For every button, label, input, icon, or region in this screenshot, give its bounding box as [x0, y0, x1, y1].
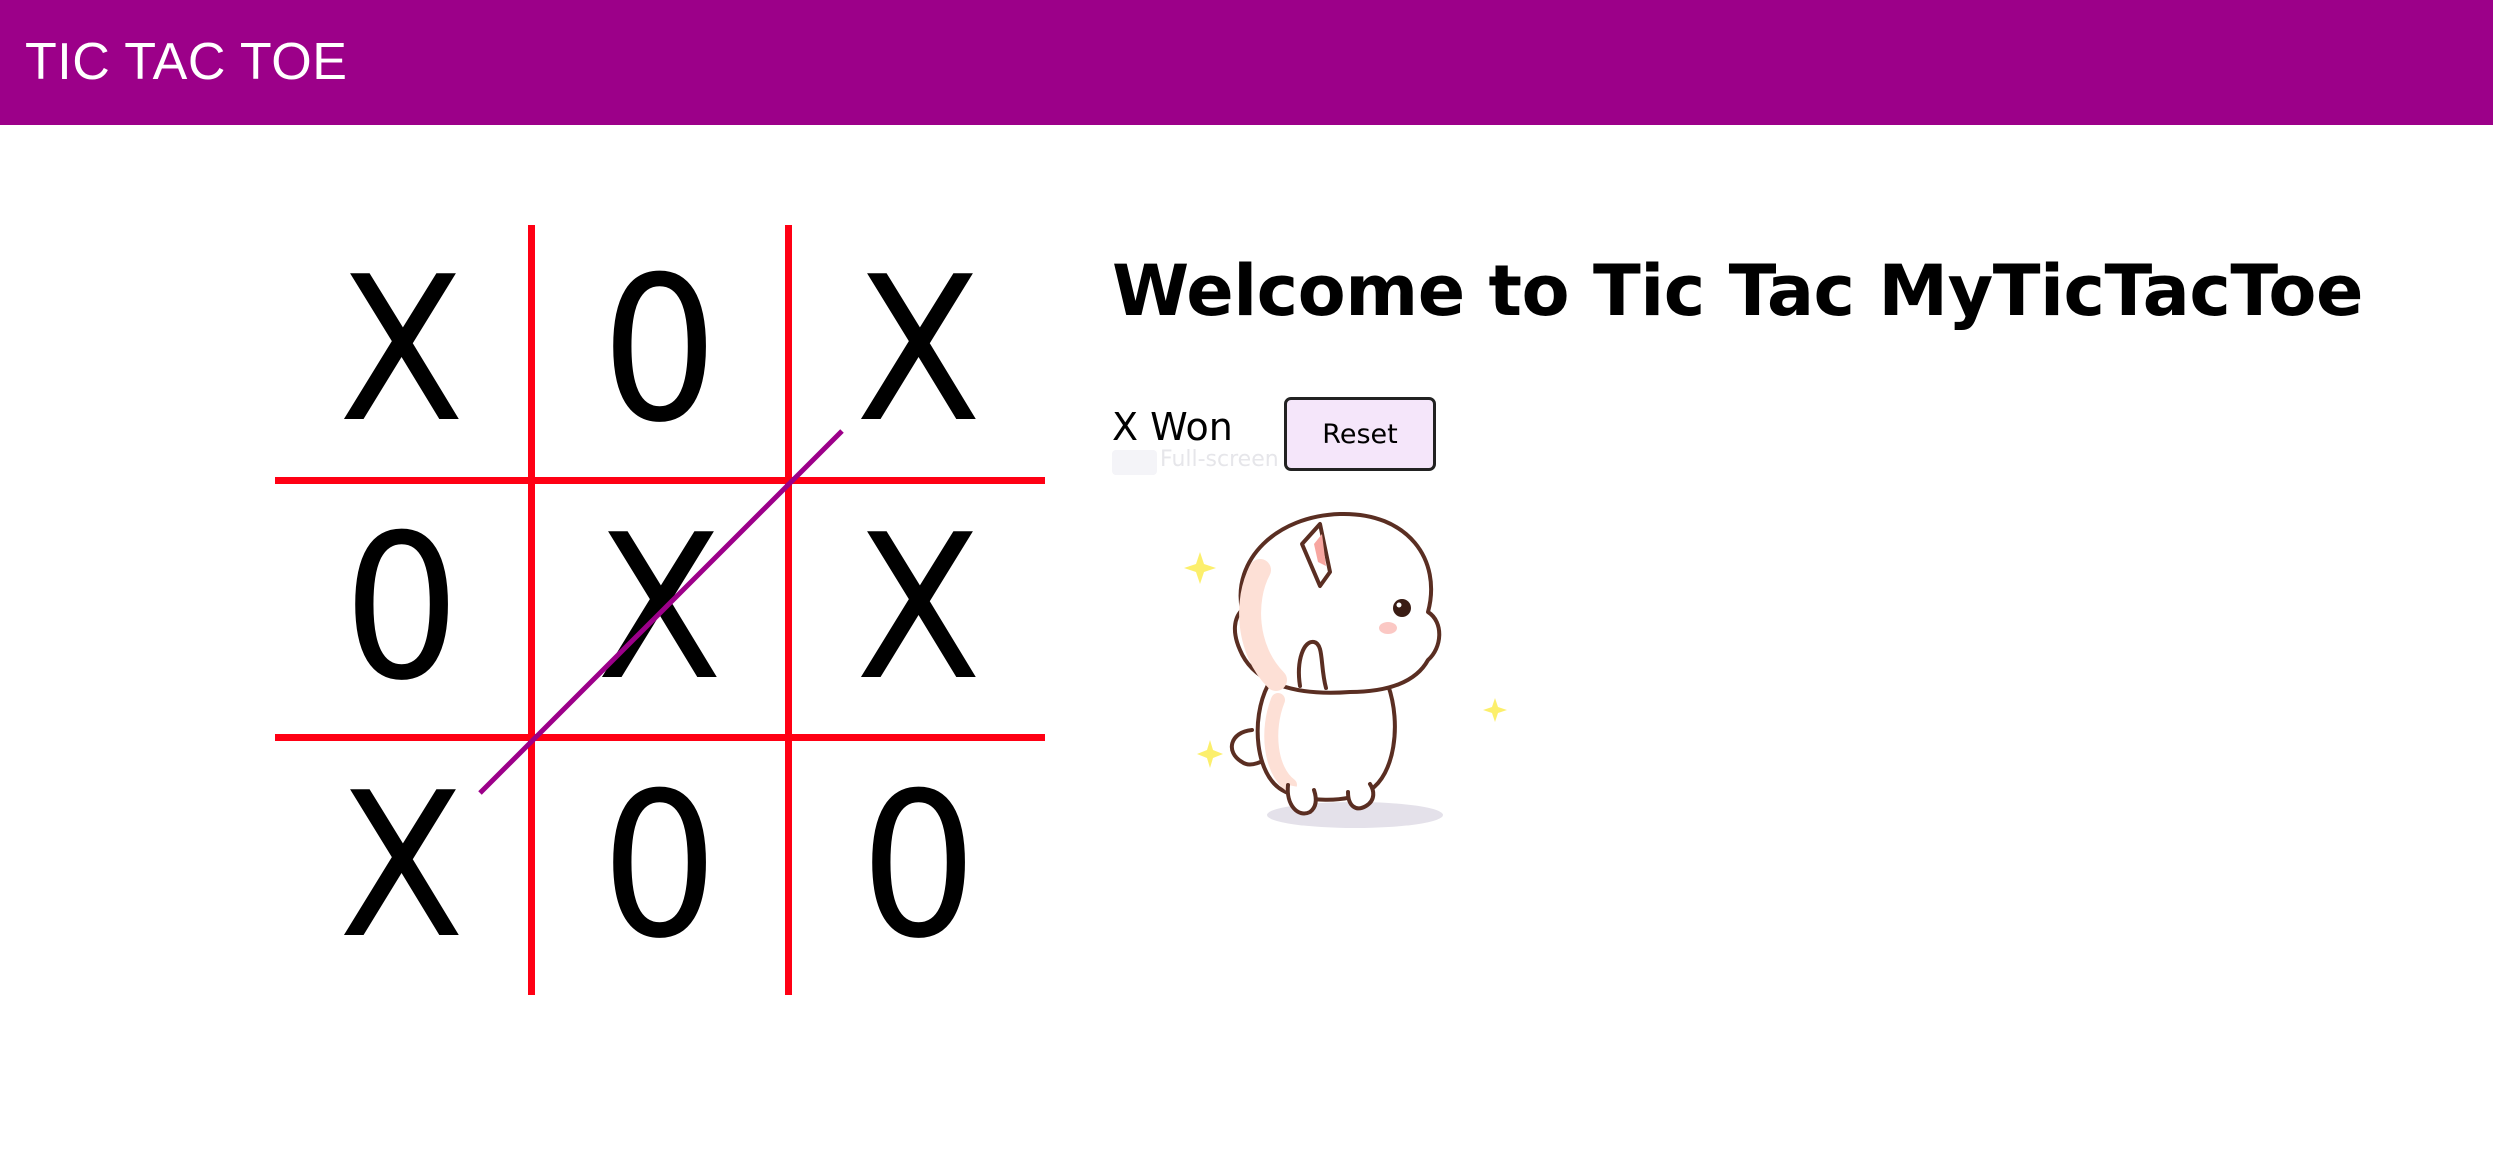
cell-mark: 0 — [859, 750, 978, 983]
grid-line-horizontal — [275, 734, 1045, 741]
grid-line-horizontal — [275, 477, 1045, 484]
reset-button[interactable]: Reset — [1284, 397, 1436, 471]
cell-mark: 0 — [601, 234, 719, 467]
board-cell-1[interactable]: 0 — [535, 225, 785, 477]
board-cell-3[interactable]: 0 — [275, 484, 528, 734]
board-cell-6[interactable]: X — [275, 741, 528, 993]
board-cell-2[interactable]: X — [792, 225, 1045, 477]
cell-mark: 0 — [601, 750, 719, 983]
cell-mark: X — [338, 234, 465, 467]
cute-cat-sticker-icon — [1184, 511, 1507, 828]
game-board: X 0 X 0 X X X 0 0 — [275, 225, 1045, 995]
grid-line-vertical — [528, 225, 535, 995]
cell-mark: X — [338, 750, 465, 983]
navbar: TIC TAC TOE — [0, 0, 2493, 125]
game-status: X Won — [1112, 405, 1233, 449]
app-title: TIC TAC TOE — [25, 33, 348, 91]
grid-line-vertical — [785, 225, 792, 995]
board-cell-0[interactable]: X — [275, 225, 528, 477]
welcome-heading: Welcome to Tic Tac MyTicTacToe — [1112, 250, 2363, 332]
board-cell-7[interactable]: 0 — [535, 741, 785, 993]
board-cell-4[interactable]: X — [535, 484, 785, 734]
board-cell-8[interactable]: 0 — [792, 741, 1045, 993]
cell-mark: X — [855, 234, 982, 467]
overlay-hint: Full-screen — [1160, 447, 1279, 472]
cell-mark: X — [855, 492, 982, 725]
board-cell-5[interactable]: X — [792, 484, 1045, 734]
cell-mark: 0 — [342, 492, 461, 725]
cell-mark: X — [596, 492, 724, 725]
overlay-hint-box — [1112, 450, 1157, 475]
